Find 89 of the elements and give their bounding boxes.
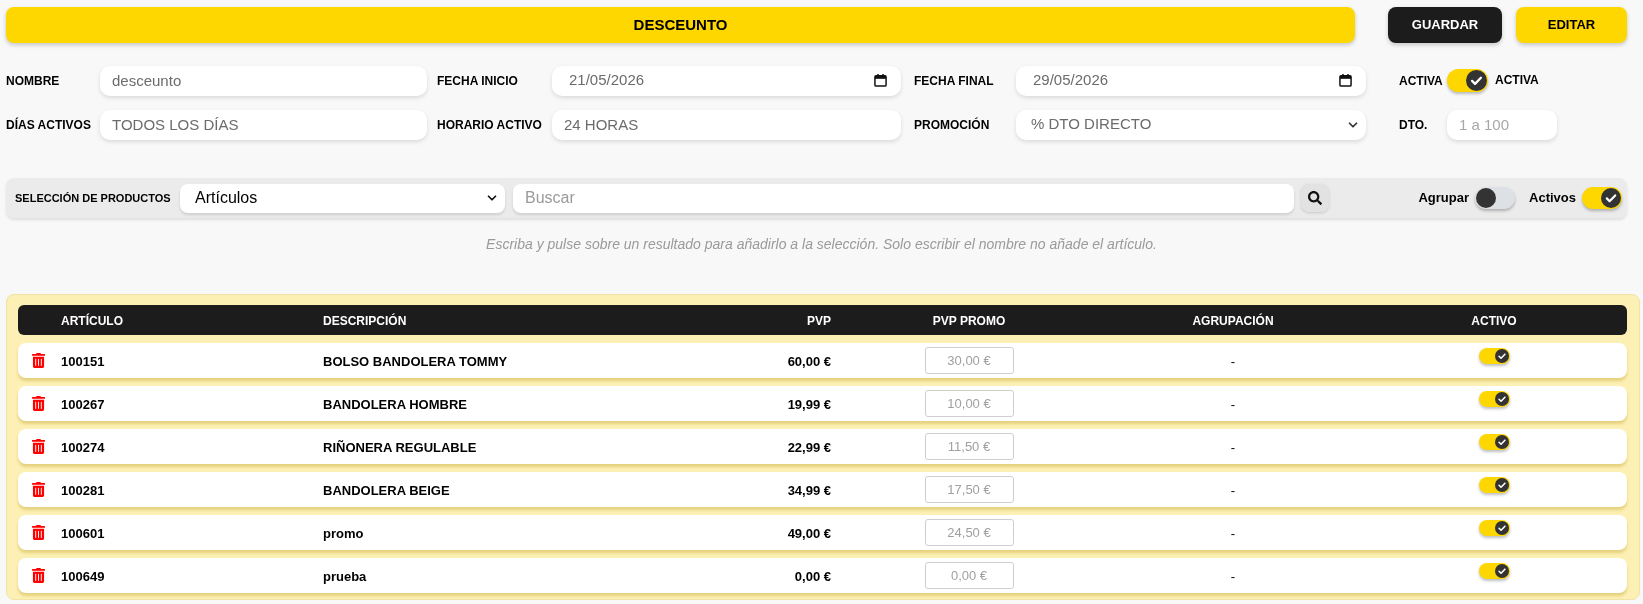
text-field[interactable]: TODOS LOS DÍAS [100, 109, 427, 140]
knob-icon [1476, 188, 1497, 208]
select-field[interactable]: % DTO DIRECTO [1016, 109, 1366, 140]
trash-icon[interactable] [32, 525, 45, 540]
table-cell: RIÑONERA REGULABLE [323, 439, 477, 455]
text-field[interactable]: 1 a 100 [1447, 109, 1557, 140]
promo-price-field[interactable]: 0,00 € [924, 562, 1014, 589]
trash-icon[interactable] [32, 439, 45, 454]
table-cell: - [1230, 525, 1236, 541]
field-label: NOMBRE [6, 72, 61, 90]
toggle-label: Agrupar [1418, 189, 1470, 208]
title-bar: DESCEUNTO [6, 7, 1355, 43]
calendar-icon[interactable] [1339, 74, 1352, 87]
column-header: PVP PROMO [932, 314, 1006, 328]
text-field[interactable]: 24 HORAS [552, 109, 901, 140]
section-label: SELECCIÓN DE PRODUCTOS [15, 190, 172, 206]
trash-icon[interactable] [32, 568, 45, 583]
table-cell: 22,99 € [787, 439, 831, 455]
table-cell: 100601 [61, 525, 105, 541]
table-cell: - [1230, 482, 1236, 498]
field-label: ACTIVA [1399, 72, 1444, 90]
check-icon [1494, 392, 1509, 406]
table-cell: - [1230, 396, 1236, 412]
table-cell: - [1230, 568, 1236, 584]
table-cell: 0,00 € [794, 568, 831, 584]
column-header: PVP [807, 314, 831, 328]
check-icon [1494, 349, 1509, 363]
toggle-switch[interactable] [1478, 477, 1510, 493]
table-cell: 100151 [61, 353, 105, 369]
date-field[interactable]: 21/05/2026 [552, 65, 901, 96]
check-icon [1494, 478, 1509, 492]
field-label: DTO. [1399, 116, 1429, 134]
field-label: DÍAS ACTIVOS [6, 116, 92, 134]
action-button[interactable]: EDITAR [1516, 7, 1627, 43]
calendar-icon[interactable] [874, 74, 887, 87]
promo-price-field[interactable]: 24,50 € [924, 519, 1014, 546]
promo-price-field[interactable]: 17,50 € [924, 476, 1014, 503]
table-cell: - [1230, 353, 1236, 369]
hint-text: Escriba y pulse sobre un resultado para añadirlo a la selección. Solo escribir el nombre no añade el artículo. [485, 236, 1158, 253]
table-cell: 19,99 € [787, 396, 831, 412]
toggle-switch[interactable] [1475, 187, 1516, 209]
table-cell: 100267 [61, 396, 105, 412]
trash-icon[interactable] [32, 353, 45, 368]
search-field[interactable]: Buscar [513, 183, 1294, 213]
field-label: PROMOCIÓN [914, 116, 991, 134]
table-cell: 60,00 € [787, 353, 831, 369]
check-icon [1494, 564, 1509, 578]
table-cell: BOLSO BANDOLERA TOMMY [323, 353, 508, 369]
field-label: HORARIO ACTIVO [437, 116, 543, 134]
table-cell: BANDOLERA HOMBRE [323, 396, 467, 412]
field-label: FECHA INICIO [437, 72, 519, 90]
table-cell: 100274 [61, 439, 105, 455]
check-icon [1466, 70, 1487, 91]
table-cell: prueba [323, 568, 367, 584]
toggle-switch[interactable] [1478, 348, 1510, 364]
check-icon [1494, 521, 1509, 535]
column-header: DESCRIPCIÓN [323, 314, 407, 328]
promo-price-field[interactable]: 10,00 € [924, 390, 1014, 417]
table-cell: promo [323, 525, 364, 541]
check-icon [1601, 188, 1621, 208]
table-cell: BANDOLERA BEIGE [323, 482, 450, 498]
table-cell: 100281 [61, 482, 105, 498]
toggle-switch[interactable] [1478, 520, 1510, 536]
action-button[interactable]: GUARDAR [1388, 7, 1502, 43]
trash-icon[interactable] [32, 396, 45, 411]
search-icon [1308, 191, 1322, 205]
toggle-switch[interactable] [1447, 69, 1488, 92]
toggle-switch[interactable] [1582, 187, 1622, 209]
toggle-label: Activos [1529, 189, 1576, 208]
promo-price-field[interactable]: 30,00 € [924, 347, 1014, 374]
toggle-switch[interactable] [1478, 391, 1510, 407]
column-header: ACTIVO [1471, 314, 1517, 328]
column-header: AGRUPACIÓN [1192, 314, 1274, 328]
table-cell: 100649 [61, 568, 105, 584]
field-label: FECHA FINAL [914, 72, 995, 90]
date-field[interactable]: 29/05/2026 [1016, 65, 1366, 96]
trash-icon[interactable] [32, 482, 45, 497]
check-icon [1494, 435, 1509, 449]
select-field[interactable]: Artículos [180, 183, 505, 213]
search-button[interactable] [1301, 184, 1329, 212]
table-cell: - [1230, 439, 1236, 455]
toggle-caption: ACTIVA [1495, 72, 1539, 89]
text-field[interactable]: desceunto [100, 65, 427, 96]
toggle-switch[interactable] [1478, 563, 1510, 579]
toggle-switch[interactable] [1478, 434, 1510, 450]
table-cell: 34,99 € [787, 482, 831, 498]
table-cell: 49,00 € [787, 525, 831, 541]
promo-price-field[interactable]: 11,50 € [924, 433, 1014, 460]
column-header: ARTÍCULO [61, 314, 123, 328]
